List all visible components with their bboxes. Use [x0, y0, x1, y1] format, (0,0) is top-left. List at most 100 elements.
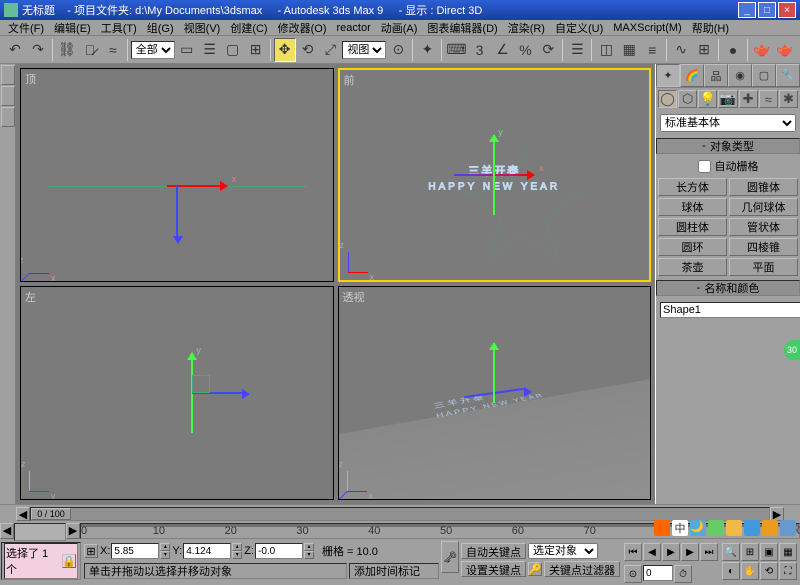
- create-spacewarps[interactable]: ≈: [759, 90, 778, 108]
- use-pivot-center-button[interactable]: ⊙: [387, 38, 409, 62]
- tab-motion[interactable]: ◉: [728, 64, 752, 87]
- current-frame-input[interactable]: [643, 565, 673, 581]
- undo-button[interactable]: ↶: [4, 38, 26, 62]
- tab-modify[interactable]: 🌈: [680, 64, 704, 87]
- play-button[interactable]: ▶: [662, 543, 680, 561]
- create-lights[interactable]: 💡: [698, 90, 717, 108]
- prim-cylinder[interactable]: 圆柱体: [658, 218, 727, 236]
- schematic-view-button[interactable]: ⊞: [693, 38, 715, 62]
- snap-toggle-button[interactable]: 3: [469, 38, 491, 62]
- redo-button[interactable]: ↷: [27, 38, 49, 62]
- object-name-input[interactable]: [660, 302, 800, 318]
- spinner-snap-button[interactable]: ⟳: [537, 38, 559, 62]
- prim-teapot[interactable]: 茶壶: [658, 258, 727, 276]
- create-cameras[interactable]: 📷: [718, 90, 737, 108]
- time-config-button[interactable]: ⏱: [674, 565, 692, 583]
- tray-icon-6[interactable]: [744, 520, 760, 536]
- tab-utilities[interactable]: 🔧: [776, 64, 800, 87]
- side-badge[interactable]: 30: [784, 340, 800, 360]
- track-scroll-right[interactable]: ▶: [66, 523, 80, 539]
- time-prev-button[interactable]: ◀: [16, 507, 30, 521]
- tray-moon-icon[interactable]: 🌙: [690, 520, 706, 536]
- coord-y-input[interactable]: [183, 543, 231, 559]
- zoom-extents-all-button[interactable]: ▦: [779, 543, 797, 561]
- rollout-object-type[interactable]: 对象类型: [656, 138, 800, 154]
- y-up[interactable]: ▴: [232, 543, 242, 551]
- time-slider-track[interactable]: 0 / 100: [30, 507, 770, 521]
- tab-display[interactable]: ▢: [752, 64, 776, 87]
- minimize-button[interactable]: _: [738, 2, 756, 18]
- zoom-all-button[interactable]: ⊞: [741, 543, 759, 561]
- menu-graph-editors[interactable]: 图表编辑器(D): [423, 20, 501, 36]
- zoom-button[interactable]: 🔍: [722, 543, 740, 561]
- create-shapes[interactable]: ⬡: [678, 90, 697, 108]
- material-editor-button[interactable]: ●: [722, 38, 744, 62]
- menu-tools[interactable]: 工具(T): [97, 20, 141, 36]
- tray-icon-5[interactable]: [726, 520, 742, 536]
- category-select[interactable]: 标准基本体: [660, 114, 796, 132]
- create-systems[interactable]: ✱: [779, 90, 798, 108]
- prim-torus[interactable]: 圆环: [658, 238, 727, 256]
- x-up[interactable]: ▴: [160, 543, 170, 551]
- reactor-btn-3[interactable]: [1, 107, 15, 127]
- field-of-view-button[interactable]: ◐: [722, 562, 740, 580]
- pan-button[interactable]: ✋: [741, 562, 759, 580]
- menu-animation[interactable]: 动画(A): [377, 20, 422, 36]
- select-by-name-button[interactable]: ☰: [199, 38, 221, 62]
- tray-sogou-icon[interactable]: [654, 520, 670, 536]
- auto-key-button[interactable]: 自动关键点: [461, 543, 526, 559]
- menu-file[interactable]: 文件(F): [4, 20, 48, 36]
- key-mode-button[interactable]: ⊙: [624, 565, 642, 583]
- viewport-top[interactable]: 顶 x x z: [20, 68, 334, 282]
- angle-snap-button[interactable]: ∠: [492, 38, 514, 62]
- unlink-button[interactable]: ⛓̷: [79, 38, 101, 62]
- select-scale-button[interactable]: ⤢: [319, 38, 341, 62]
- align-button[interactable]: ▦: [618, 38, 640, 62]
- prim-cone[interactable]: 圆锥体: [729, 178, 798, 196]
- select-object-button[interactable]: ▭: [176, 38, 198, 62]
- time-tag-text[interactable]: 添加时间标记: [349, 563, 439, 579]
- goto-start-button[interactable]: ⏮: [624, 543, 642, 561]
- prim-sphere[interactable]: 球体: [658, 198, 727, 216]
- y-dn[interactable]: ▾: [232, 551, 242, 559]
- close-button[interactable]: ×: [778, 2, 796, 18]
- z-up[interactable]: ▴: [304, 543, 314, 551]
- create-geometry[interactable]: ◯: [658, 90, 677, 108]
- select-region-button[interactable]: ▢: [222, 38, 244, 62]
- prev-frame-button[interactable]: ◀: [643, 543, 661, 561]
- x-dn[interactable]: ▾: [160, 551, 170, 559]
- viewport-front[interactable]: 前 三羊开泰 HAPPY NEW YEAR x y x z: [338, 68, 652, 282]
- menu-group[interactable]: 组(G): [143, 20, 178, 36]
- prim-pyramid[interactable]: 四棱锥: [729, 238, 798, 256]
- keyboard-shortcut-button[interactable]: ⌨: [445, 38, 467, 62]
- prim-geosphere[interactable]: 几何球体: [729, 198, 798, 216]
- track-scroll-left[interactable]: ◀: [0, 523, 14, 539]
- viewport-perspective[interactable]: 透视 三羊开泰 HAPPY NEW YEAR x z: [338, 286, 652, 500]
- min-max-button[interactable]: ⛶: [779, 562, 797, 580]
- viewport-left[interactable]: 左 y z y: [20, 286, 334, 500]
- menu-help[interactable]: 帮助(H): [688, 20, 733, 36]
- select-manipulate-button[interactable]: ✦: [416, 38, 438, 62]
- menu-edit[interactable]: 编辑(E): [50, 20, 95, 36]
- time-next-button[interactable]: ▶: [770, 507, 784, 521]
- track-bar[interactable]: [14, 523, 66, 541]
- menu-maxscript[interactable]: MAXScript(M): [609, 22, 685, 34]
- zoom-extents-button[interactable]: ▣: [760, 543, 778, 561]
- selection-lock-button[interactable]: 🗝: [441, 541, 459, 573]
- menu-customize[interactable]: 自定义(U): [551, 20, 607, 36]
- selection-filter[interactable]: 全部: [131, 41, 175, 59]
- menu-reactor[interactable]: reactor: [333, 22, 375, 34]
- tab-hierarchy[interactable]: 品: [704, 64, 728, 87]
- mirror-button[interactable]: ◫: [595, 38, 617, 62]
- quick-render-button[interactable]: 🫖: [774, 38, 796, 62]
- z-dn[interactable]: ▾: [304, 551, 314, 559]
- percent-snap-button[interactable]: %: [514, 38, 536, 62]
- curve-editor-button[interactable]: ∿: [670, 38, 692, 62]
- tray-icon-4[interactable]: [708, 520, 724, 536]
- prim-tube[interactable]: 管状体: [729, 218, 798, 236]
- bind-spacewarp-button[interactable]: ≈: [102, 38, 124, 62]
- menu-views[interactable]: 视图(V): [180, 20, 225, 36]
- link-button[interactable]: ⛓: [56, 38, 78, 62]
- select-rotate-button[interactable]: ⟲: [297, 38, 319, 62]
- key-icon[interactable]: 🔑: [528, 562, 542, 576]
